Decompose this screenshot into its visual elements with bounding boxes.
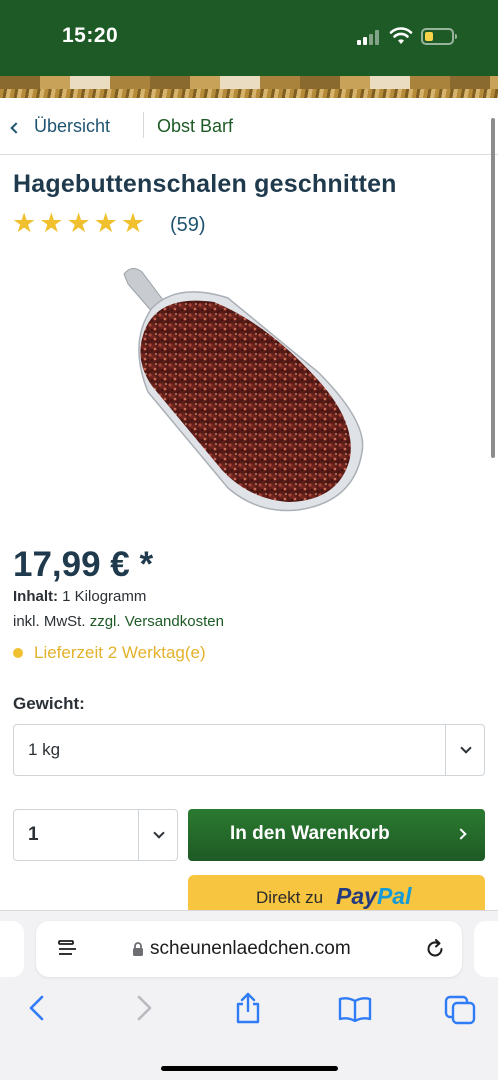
lock-icon: [133, 942, 143, 956]
back-link-label: Übersicht: [34, 116, 111, 136]
delivery-status: Lieferzeit 2 Werktag(e): [13, 643, 206, 663]
url-text: scheunenlaedchen.com: [150, 938, 351, 959]
star-icon: ★: [12, 208, 37, 238]
quantity-select[interactable]: 1: [13, 809, 178, 861]
wifi-icon: [389, 27, 413, 44]
delivery-status-dot: [13, 648, 23, 658]
star-icon: ★: [66, 208, 91, 238]
star-icon: ★: [39, 208, 64, 238]
review-count-link[interactable]: (59): [170, 214, 206, 237]
weight-select-value: 1 kg: [28, 740, 61, 759]
cellular-signal-icon: [357, 30, 383, 45]
page-menu-icon[interactable]: [58, 939, 78, 959]
tabs-icon[interactable]: [444, 995, 476, 1025]
content-info: Inhalt: 1 Kilogramm: [13, 588, 146, 605]
quantity-value: 1: [28, 824, 39, 845]
delivery-time: Lieferzeit 2 Werktag(e): [34, 643, 206, 662]
add-to-cart-label: In den Warenkorb: [230, 823, 390, 844]
chevron-down-icon: [460, 742, 472, 754]
breadcrumb-category-link[interactable]: Obst Barf: [157, 116, 233, 137]
add-to-cart-button[interactable]: In den Warenkorb: [188, 809, 485, 861]
header-banner: [0, 76, 498, 98]
shipping-costs-link[interactable]: zzgl. Versandkosten: [90, 613, 224, 630]
paypal-logo-pal: Pal: [376, 883, 412, 909]
browser-toolbar: scheunenlaedchen.com: [0, 910, 498, 1080]
weight-select[interactable]: 1 kg: [13, 724, 485, 776]
tax-info: inkl. MwSt. zzgl. Versandkosten: [13, 613, 224, 630]
status-bar: 15:20: [0, 0, 498, 76]
battery-icon: [421, 28, 457, 45]
bookmarks-icon[interactable]: [338, 996, 372, 1022]
select-divider: [138, 810, 139, 860]
weight-label: Gewicht:: [13, 694, 85, 713]
back-arrow-icon[interactable]: [27, 994, 47, 1022]
paypal-logo-pay: Pay: [336, 883, 377, 909]
rating-stars[interactable]: ★ ★ ★ ★ ★: [12, 210, 145, 237]
home-indicator[interactable]: [161, 1066, 338, 1071]
previous-tab-preview[interactable]: [0, 921, 24, 977]
product-image[interactable]: [118, 262, 373, 517]
reload-icon[interactable]: [424, 938, 446, 960]
chevron-right-icon: [455, 828, 467, 840]
share-icon[interactable]: [234, 991, 262, 1025]
star-icon: ★: [120, 208, 146, 238]
content-label: Inhalt:: [13, 588, 58, 605]
forward-arrow-icon[interactable]: [134, 994, 154, 1022]
tax-prefix: inkl. MwSt.: [13, 613, 86, 630]
paypal-prefix: Direkt zu: [256, 888, 324, 907]
paypal-logo: PayPal: [336, 883, 411, 910]
page-scrollbar[interactable]: [491, 118, 495, 458]
star-icon: ★: [93, 208, 118, 238]
product-price: 17,99 € *: [13, 545, 154, 584]
content-value: 1 Kilogramm: [62, 588, 147, 605]
breadcrumb-divider: [143, 112, 144, 138]
next-tab-preview[interactable]: [474, 921, 498, 977]
product-title: Hagebuttenschalen geschnitten: [13, 170, 397, 198]
address-bar[interactable]: scheunenlaedchen.com: [36, 921, 462, 977]
chevron-left-icon: [10, 121, 22, 134]
chevron-down-icon: [153, 827, 165, 839]
select-divider: [445, 725, 446, 775]
breadcrumb: Übersicht Obst Barf: [0, 98, 498, 155]
back-link[interactable]: Übersicht: [10, 116, 111, 137]
status-time: 15:20: [62, 24, 119, 47]
